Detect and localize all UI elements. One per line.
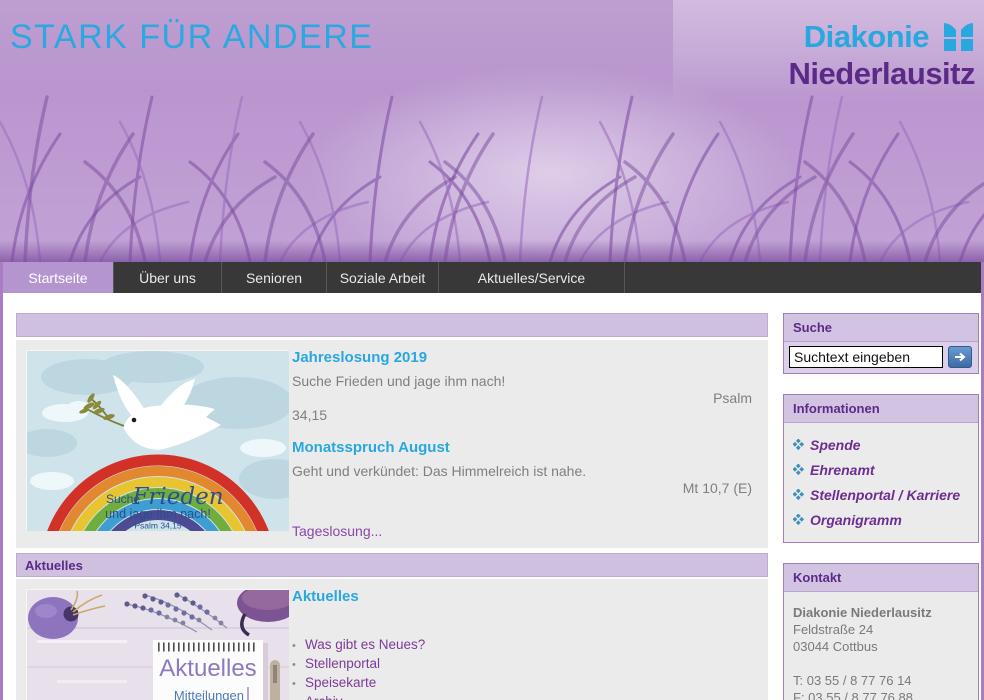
list-item: • Was gibt es Neues? [292, 636, 752, 655]
image-line-psalm: Psalm 34,15 [134, 521, 182, 531]
nav-item-senioren[interactable]: Senioren [221, 262, 326, 293]
dove-rainbow-illustration: Suche Frieden und jage ihm nach! Psalm 3… [27, 351, 289, 531]
sidebar-link-label: Stellenportal / Karriere [810, 487, 960, 503]
nav-item-soziale-arbeit[interactable]: Soziale Arbeit [326, 262, 438, 293]
link-speisekarte[interactable]: Speisekarte [305, 674, 376, 691]
losung-box: Suche Frieden und jage ihm nach! Psalm 3… [16, 340, 768, 548]
informationen-header: Informationen [784, 395, 978, 423]
logo-text-niederlausitz: Niederlausitz [789, 58, 975, 89]
aktuelles-link-list: • Was gibt es Neues? • Stellenportal • S… [292, 636, 752, 700]
logo-text-diakonie: Diakonie [804, 21, 929, 52]
search-box-header: Suche [784, 314, 978, 342]
kontakt-header: Kontakt [784, 564, 978, 592]
losung-section-bar [16, 313, 768, 337]
main-navigation: Startseite Über uns Senioren Soziale Arb… [3, 262, 981, 293]
header-banner: STARK FÜR ANDERE Diakonie Niederlausitz [0, 0, 984, 262]
jahreslosung-image: Suche Frieden und jage ihm nach! Psalm 3… [26, 350, 288, 530]
link-archiv[interactable]: Archiv [305, 693, 343, 700]
aktuelles-section-bar: Aktuelles [16, 553, 768, 577]
page: STARK FÜR ANDERE Diakonie Niederlausitz … [0, 0, 984, 700]
informationen-box: Informationen Spende [783, 394, 979, 543]
bullet-icon: • [292, 657, 305, 674]
jahreslosung-verse: Suche Frieden und jage ihm nach! [292, 373, 752, 390]
informationen-title: Informationen [793, 401, 880, 416]
monatsspruch-verse: Geht und verkündet: Das Himmelreich ist … [292, 463, 752, 480]
sidebar-link-label: Organigramm [810, 512, 902, 528]
informationen-body: Spende Ehrenamt [784, 423, 978, 542]
jahreslosung-heading: Jahreslosung 2019 [292, 350, 752, 366]
search-box: Suche [783, 313, 979, 374]
site-tagline: STARK FÜR ANDERE [10, 18, 373, 57]
kontakt-phone: T: 03 55 / 8 77 76 14 [793, 672, 969, 689]
kontakt-city: 03044 Cottbus [793, 638, 969, 655]
kontakt-spacer [793, 655, 969, 672]
kontakt-body: Diakonie Niederlausitz Feldstraße 24 030… [784, 592, 978, 700]
search-row [784, 342, 978, 373]
jahreslosung-ref-line2: 34,15 [292, 407, 752, 424]
image-line-jage: und jage ihm nach! [105, 507, 211, 521]
link-stellenportal[interactable]: Stellenportal [305, 655, 380, 672]
search-submit-button[interactable] [948, 346, 972, 368]
diamond-icon [793, 464, 810, 475]
sidebar-item-stellenportal-karriere[interactable]: Stellenportal / Karriere [793, 482, 969, 507]
sidebar-item-ehrenamt[interactable]: Ehrenamt [793, 457, 969, 482]
monatsspruch-ref: Mt 10,7 (E) [292, 480, 752, 497]
sidebar-item-organigramm[interactable]: Organigramm [793, 507, 969, 532]
monatsspruch-heading: Monatsspruch August [292, 440, 752, 456]
aktuelles-box: Aktuelles Mitteilungen Stellenportal Akt… [16, 579, 768, 700]
aktuelles-image: Aktuelles Mitteilungen Stellenportal [26, 589, 288, 700]
nav-item-ueber-uns[interactable]: Über uns [113, 262, 221, 293]
list-item: • Speisekarte [292, 674, 752, 693]
nav-item-startseite[interactable]: Startseite [3, 262, 113, 293]
sidebar-link-label: Spende [810, 437, 861, 453]
notepad-line1: Mitteilungen [174, 688, 244, 700]
bullet-icon: • [292, 676, 305, 693]
list-item: • Stellenportal [292, 655, 752, 674]
sidebar-item-spende[interactable]: Spende [793, 432, 969, 457]
diamond-icon [793, 439, 810, 450]
tageslosung-link[interactable]: Tageslosung... [292, 523, 752, 540]
diamond-icon [793, 514, 810, 525]
kontakt-title: Kontakt [793, 570, 841, 585]
diamond-icon [793, 489, 810, 500]
aktuelles-notepad-illustration: Aktuelles Mitteilungen Stellenportal [27, 590, 289, 700]
kontakt-fax: F: 03 55 / 8 77 76 88 [793, 689, 969, 700]
notepad-title: Aktuelles [159, 655, 256, 682]
search-input[interactable] [789, 346, 943, 368]
kontakt-name: Diakonie Niederlausitz [793, 604, 969, 621]
bullet-icon: • [292, 638, 305, 655]
link-was-gibt-es-neues[interactable]: Was gibt es Neues? [305, 636, 425, 653]
list-item: • Archiv [292, 693, 752, 700]
aktuelles-section-title: Aktuelles [17, 558, 83, 573]
sidebar: Suche Informationen [783, 313, 979, 700]
notepad: Aktuelles Mitteilungen Stellenportal [153, 640, 268, 700]
pen [270, 660, 280, 700]
losung-text-column: Jahreslosung 2019 Suche Frieden und jage… [292, 350, 758, 540]
kontakt-street: Feldstraße 24 [793, 621, 969, 638]
aktuelles-heading: Aktuelles [292, 589, 752, 605]
bullet-icon: • [292, 695, 305, 700]
search-title: Suche [793, 320, 832, 335]
aktuelles-text-column: Aktuelles • Was gibt es Neues? • Stellen… [292, 589, 758, 700]
jahreslosung-ref-line1: Psalm [292, 390, 752, 407]
arrow-right-icon [954, 352, 966, 362]
kronenkreuz-icon [942, 20, 975, 53]
kontakt-box: Kontakt Diakonie Niederlausitz Feldstraß… [783, 563, 979, 700]
main-column: Suche Frieden und jage ihm nach! Psalm 3… [16, 313, 768, 700]
nav-item-aktuelles-service[interactable]: Aktuelles/Service [438, 262, 625, 293]
brand-logo[interactable]: Diakonie Niederlausitz [789, 20, 975, 89]
sidebar-link-label: Ehrenamt [810, 462, 875, 478]
